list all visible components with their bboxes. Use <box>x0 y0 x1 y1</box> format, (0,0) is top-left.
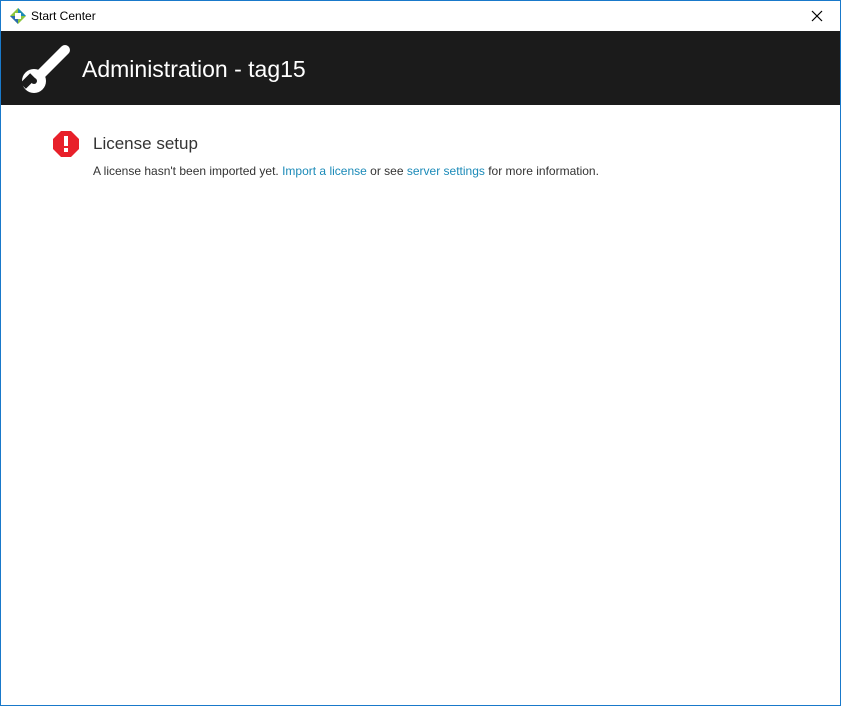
wrench-icon <box>20 45 70 93</box>
notice-message: A license hasn't been imported yet. Impo… <box>93 163 599 179</box>
notice-text-middle: or see <box>370 164 404 178</box>
close-icon <box>811 10 823 22</box>
error-octagon-icon <box>53 131 79 157</box>
start-center-logo-icon <box>10 8 26 24</box>
close-button[interactable] <box>794 1 840 31</box>
page-header: Administration - tag15 <box>1 31 840 105</box>
app-window: Start Center Administration - tag15 Lice… <box>0 0 841 706</box>
window-title: Start Center <box>31 9 96 23</box>
page-title: Administration - tag15 <box>82 56 306 82</box>
server-settings-link[interactable]: server settings <box>407 164 485 178</box>
notice-title: License setup <box>93 134 198 153</box>
notice-text-before: A license hasn't been imported yet. <box>93 164 279 178</box>
import-license-link[interactable]: Import a license <box>282 164 367 178</box>
title-bar[interactable]: Start Center <box>1 1 840 31</box>
notice-text-after: for more information. <box>488 164 599 178</box>
